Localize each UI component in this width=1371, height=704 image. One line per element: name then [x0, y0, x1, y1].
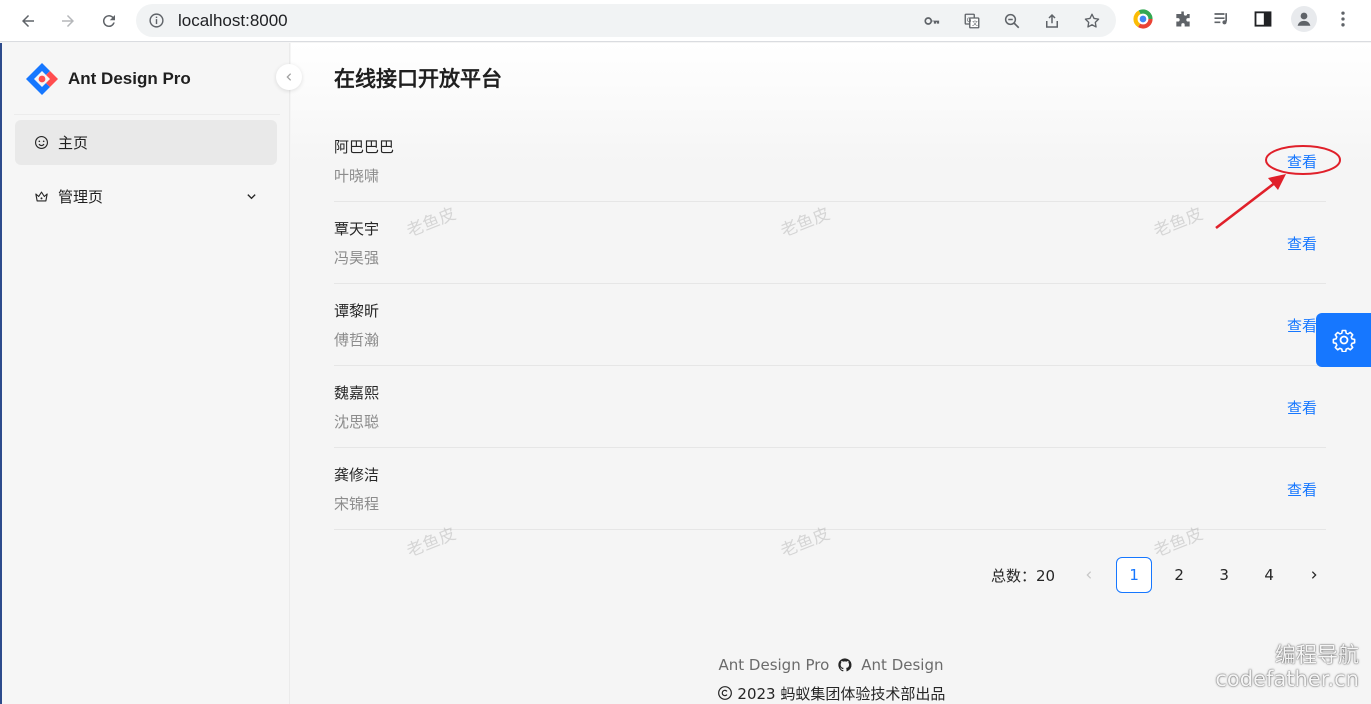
- pagination: 总数：20 1 2 3 4: [991, 557, 1341, 593]
- key-icon[interactable]: [923, 12, 941, 30]
- arrow-right-icon: [62, 15, 74, 27]
- github-icon[interactable]: [837, 657, 853, 673]
- list-item: 谭黎昕 傅哲瀚 查看: [334, 284, 1326, 366]
- view-link[interactable]: 查看: [1287, 397, 1317, 418]
- copyright-text: 2023 蚂蚁集团体验技术部出品: [737, 685, 946, 703]
- item-description: 傅哲瀚: [334, 331, 380, 349]
- translate-icon[interactable]: G文: [963, 12, 981, 30]
- item-title: 魏嘉熙: [334, 384, 380, 402]
- prev-page-button[interactable]: [1071, 557, 1107, 593]
- footer-copyright: 2023 蚂蚁集团体验技术部出品: [291, 683, 1371, 704]
- page-button-1[interactable]: 1: [1116, 557, 1153, 593]
- item-title: 龚修洁: [334, 466, 380, 484]
- menu-item-admin[interactable]: 管理页: [15, 174, 277, 219]
- svg-text:文: 文: [972, 20, 978, 28]
- footer-link-ant-design-pro[interactable]: Ant Design Pro: [719, 656, 830, 674]
- footer-link-ant-design[interactable]: Ant Design: [861, 656, 943, 674]
- view-link[interactable]: 查看: [1287, 315, 1317, 336]
- divider: [14, 114, 280, 115]
- media-queue-icon[interactable]: [1212, 9, 1232, 29]
- side-panel-icon[interactable]: [1253, 9, 1273, 29]
- browser-toolbar: localhost:8000 G文: [0, 0, 1371, 42]
- footer-links: Ant Design Pro Ant Design: [291, 656, 1371, 674]
- menu-item-label: 管理页: [58, 188, 104, 206]
- sidebar-collapse-button[interactable]: [276, 64, 302, 90]
- page-button-2[interactable]: 2: [1161, 557, 1197, 593]
- menu-item-home[interactable]: 主页: [15, 120, 277, 165]
- svg-text:G: G: [967, 17, 972, 24]
- item-title: 覃天宇: [334, 220, 380, 238]
- item-title: 阿巴巴巴: [334, 138, 395, 156]
- copyright-icon: [717, 686, 732, 700]
- main-content: 在线接口开放平台 阿巴巴巴 叶晓啸 查看 覃天宇 冯昊强 查看 谭黎昕 傅哲瀚 …: [291, 43, 1371, 704]
- list-item: 魏嘉熙 沈思聪 查看: [334, 366, 1326, 448]
- item-title: 谭黎昕: [334, 302, 380, 320]
- list-item: 龚修洁 宋锦程 查看: [334, 448, 1326, 530]
- chevron-right-icon: [1311, 571, 1317, 579]
- view-link[interactable]: 查看: [1287, 233, 1317, 254]
- item-description: 宋锦程: [334, 495, 380, 513]
- page-button-3[interactable]: 3: [1206, 557, 1242, 593]
- pagination-total: 总数：20: [991, 566, 1056, 585]
- ant-design-logo-icon: [26, 63, 58, 95]
- share-icon[interactable]: [1043, 12, 1061, 30]
- info-icon: [149, 13, 164, 28]
- forward-button[interactable]: [54, 7, 82, 35]
- page-button-4[interactable]: 4: [1251, 557, 1287, 593]
- bookmark-star-icon[interactable]: [1083, 12, 1101, 30]
- chevron-left-icon: [286, 73, 292, 81]
- browser-menu-icon[interactable]: [1333, 9, 1353, 29]
- page-title: 在线接口开放平台: [334, 67, 502, 91]
- settings-drawer-button[interactable]: [1316, 313, 1371, 367]
- url-text: localhost:8000: [178, 11, 288, 30]
- chevron-left-icon: [1086, 571, 1092, 579]
- arrow-left-icon: [22, 15, 34, 27]
- sidebar: Ant Design Pro 主页 管理页: [0, 43, 290, 704]
- back-button[interactable]: [14, 7, 42, 35]
- menu-item-label: 主页: [58, 134, 89, 152]
- site-watermark-title: 编程导航: [1275, 643, 1359, 667]
- item-description: 冯昊强: [334, 249, 380, 267]
- reload-button[interactable]: [95, 7, 123, 35]
- item-description: 叶晓啸: [334, 167, 380, 185]
- api-list: 阿巴巴巴 叶晓啸 查看 覃天宇 冯昊强 查看 谭黎昕 傅哲瀚 查看 魏嘉熙 沈思…: [334, 120, 1326, 530]
- reload-icon: [102, 15, 115, 28]
- chevron-down-icon: [247, 194, 256, 200]
- smile-icon: [35, 136, 48, 149]
- item-description: 沈思聪: [334, 413, 380, 431]
- crown-icon: [35, 191, 48, 202]
- site-watermark-domain: codefather.cn: [1215, 667, 1359, 691]
- next-page-button[interactable]: [1296, 557, 1332, 593]
- brand-name: Ant Design Pro: [68, 69, 191, 88]
- extension-color-icon[interactable]: [1133, 9, 1153, 29]
- zoom-out-icon[interactable]: [1003, 12, 1021, 30]
- list-item: 覃天宇 冯昊强 查看: [334, 202, 1326, 284]
- list-item: 阿巴巴巴 叶晓啸 查看: [334, 120, 1326, 202]
- address-bar[interactable]: localhost:8000 G文: [136, 4, 1116, 37]
- profile-avatar-icon[interactable]: [1291, 6, 1317, 32]
- gear-icon: [1332, 329, 1355, 352]
- view-link[interactable]: 查看: [1287, 479, 1317, 500]
- brand[interactable]: Ant Design Pro: [24, 61, 191, 97]
- view-link[interactable]: 查看: [1287, 151, 1317, 172]
- extensions-puzzle-icon[interactable]: [1173, 9, 1193, 29]
